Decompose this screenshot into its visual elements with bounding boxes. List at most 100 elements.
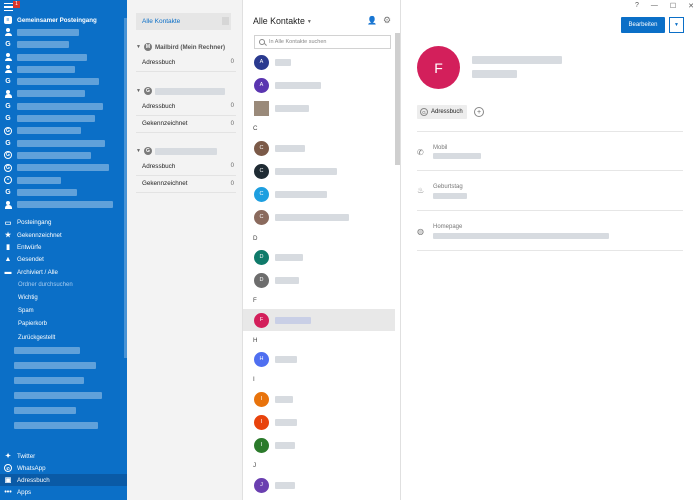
sidebar-item-label: Gekennzeichnet [17,231,62,239]
book-group-header[interactable]: ▼ G [136,84,236,98]
sidebar-account[interactable]: G [0,137,127,149]
sidebar-folder-inbox[interactable]: ▭ Posteingang [0,217,127,229]
sidebar-subfolder-important[interactable]: Wichtig [0,291,127,304]
book-item[interactable]: Gekennzeichnet 0 [136,176,236,193]
list-item[interactable]: A [243,51,395,73]
sidebar-account[interactable] [0,51,127,63]
redacted-text [14,377,84,385]
sidebar-account[interactable]: G [0,149,127,161]
more-options-dropdown[interactable]: ▼ [669,17,684,33]
list-item[interactable]: C [243,137,395,159]
contact-avatar: F [417,46,460,89]
sidebar-account[interactable]: G [0,39,127,51]
sidebar-account[interactable] [0,198,127,210]
section-letter: C [253,125,258,132]
sidebar-folder-flagged[interactable]: ★ Gekennzeichnet [0,229,127,241]
addressbook-tag[interactable]: G Adressbuch [417,105,467,119]
sidebar-account[interactable] [0,88,127,100]
redacted-text[interactable] [433,153,481,159]
list-item[interactable]: D [243,246,395,268]
sidebar-app-addressbook[interactable]: ▣ Adressbuch [0,474,127,486]
redacted-text [275,81,321,89]
redacted-count [222,17,229,25]
list-scrollbar[interactable] [395,33,400,165]
book-item[interactable]: Gekennzeichnet 0 [136,116,236,133]
redacted-text[interactable] [433,233,609,239]
book-item[interactable]: Adressbuch 0 [136,158,236,176]
sidebar-folder-sent[interactable]: ▲ Gesendet [0,254,127,266]
book-all-contacts[interactable]: Alle Kontakte [136,13,231,30]
edit-button[interactable]: Bearbeiten [621,17,665,33]
add-tag-icon[interactable]: + [474,107,484,117]
book-item[interactable]: Adressbuch 0 [136,54,236,72]
list-title-dropdown[interactable]: Alle Kontakte ▼ [253,16,312,26]
book-group-header[interactable]: ▼ G [136,144,236,158]
list-item[interactable]: I [243,388,395,410]
redacted-text [275,316,311,324]
book-group-header[interactable]: ▼ M Mailbird (Mein Rechner) [136,40,236,54]
minimize-icon[interactable]: — [651,2,658,10]
section-letter: J [253,462,257,469]
sidebar-account[interactable] [0,63,127,75]
help-icon[interactable]: ? [635,2,639,10]
redacted-text[interactable] [433,193,467,199]
sidebar-account[interactable] [0,26,127,38]
book-item-count: 0 [230,103,234,110]
list-item[interactable]: C [243,206,395,228]
sidebar-folder-archive[interactable]: ▬ Archiviert / Alle [0,266,127,278]
book-item-label: Adressbuch [142,102,176,110]
list-item[interactable]: C [243,183,395,205]
redacted-text [14,347,80,355]
list-item[interactable]: A [243,74,395,96]
redacted-text [275,481,295,489]
redacted-text [17,41,69,49]
sidebar-account[interactable]: • [0,174,127,186]
list-item[interactable]: J [243,474,395,496]
sidebar-subfolder-snoozed[interactable]: Zurückgestellt [0,331,127,344]
sidebar-account[interactable]: G [0,112,127,124]
add-contact-icon[interactable]: 👤 [367,16,377,25]
window-controls: ? — ☐ ✕ [635,2,694,10]
close-icon[interactable]: ✕ [688,2,694,10]
maximize-icon[interactable]: ☐ [670,2,676,10]
redacted-text [17,139,105,147]
sidebar-app-twitter[interactable]: ✦ Twitter [0,450,127,462]
unread-badge: 1 [13,1,20,8]
person-circle-icon: • [4,176,12,184]
list-item-selected[interactable]: F [243,309,395,331]
avatar: F [254,312,269,328]
book-item-count: 0 [230,180,234,187]
book-item[interactable]: Adressbuch 0 [136,98,236,116]
list-item[interactable]: H [243,348,395,370]
sidebar-folder-drafts[interactable]: ▮ Entwürfe [0,241,127,253]
avatar: D [254,249,269,265]
list-item[interactable]: D [243,269,395,291]
chevron-down-icon: ▼ [674,22,679,28]
list-item[interactable]: I [243,411,395,433]
hamburger-menu-icon[interactable] [4,3,13,11]
gear-icon[interactable]: ⚙ [383,15,391,26]
list-item[interactable] [243,97,395,119]
sidebar-app-apps[interactable]: ••• Apps [0,486,127,498]
sidebar-account[interactable]: G [0,75,127,87]
contact-detail: ? — ☐ ✕ Bearbeiten ▼ F G Adressbuch + ✆ M… [401,0,700,500]
redacted-text [17,115,95,123]
sidebar-account[interactable]: G [0,100,127,112]
sidebar-account[interactable]: G [0,162,127,174]
sidebar-app-whatsapp[interactable]: ✆ WhatsApp [0,462,127,474]
sidebar-item-shared-inbox[interactable]: ≡ Gemeinsamer Posteingang [0,14,127,26]
sidebar-subfolder-trash[interactable]: Papierkorb [0,318,127,331]
redacted-text [17,127,81,135]
search-folders-link[interactable]: Ordner durchsuchen [0,278,127,291]
list-item[interactable]: I [243,434,395,456]
sidebar-item-label: WhatsApp [17,464,46,472]
list-item[interactable]: C [243,160,395,182]
sidebar-subfolder-spam[interactable]: Spam [0,305,127,318]
google-icon: G [5,102,11,110]
avatar: A [254,77,269,93]
chevron-down-icon: ▼ [306,18,312,25]
sidebar-account[interactable]: G [0,186,127,198]
search-input[interactable]: In Alle Kontakte suchen [254,35,391,49]
apps-icon: ••• [4,488,12,496]
sidebar-account[interactable]: G [0,125,127,137]
